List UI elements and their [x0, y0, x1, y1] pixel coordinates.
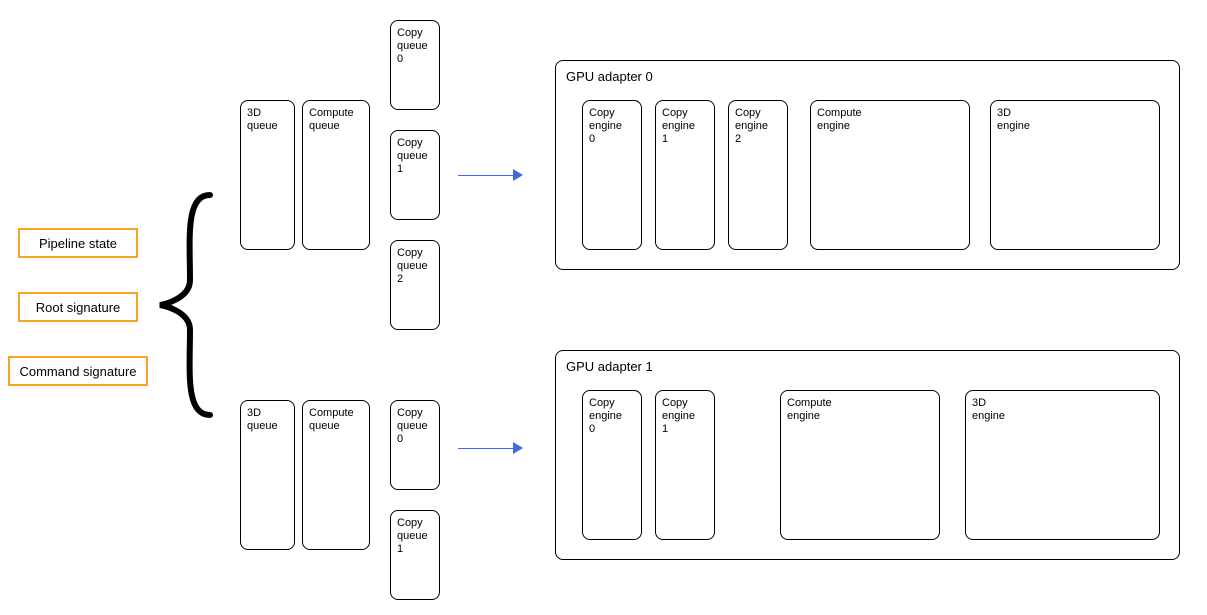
bot-compute-queue-label: Computequeue [309, 407, 354, 432]
gpu0-compute-engine: Computeengine [810, 100, 970, 250]
root-signature-label: Root signature [36, 300, 121, 315]
top-copy-queue-0: Copyqueue0 [390, 20, 440, 110]
gpu1-compute-engine-label: Computeengine [787, 397, 832, 422]
command-signature-box: Command signature [8, 356, 148, 386]
bot-copy-queue-0-label: Copyqueue0 [397, 407, 428, 445]
bot-copy-queue-1-label: Copyqueue1 [397, 517, 428, 555]
top-copy-queue-2-label: Copyqueue2 [397, 247, 428, 285]
gpu0-3d-engine: 3Dengine [990, 100, 1160, 250]
gpu1-copy-engine-1-label: Copyengine1 [662, 397, 695, 435]
top-3d-queue-label: 3Dqueue [247, 107, 278, 132]
gpu0-3d-engine-label: 3Dengine [997, 107, 1030, 132]
gpu-adapter-1-title: GPU adapter 1 [566, 359, 1169, 374]
gpu1-3d-engine-label: 3Dengine [972, 397, 1005, 422]
bot-3d-queue-label: 3Dqueue [247, 407, 278, 432]
gpu0-copy-engine-2: Copyengine2 [728, 100, 788, 250]
top-3d-queue: 3Dqueue [240, 100, 295, 250]
gpu0-copy-engine-2-label: Copyengine2 [735, 107, 768, 145]
bot-copy-queue-0: Copyqueue0 [390, 400, 440, 490]
gpu0-copy-engine-0-label: Copyengine0 [589, 107, 622, 145]
gpu1-copy-engine-0-label: Copyengine0 [589, 397, 622, 435]
pipeline-state-label: Pipeline state [39, 236, 117, 251]
gpu-adapter-0-title: GPU adapter 0 [566, 69, 1169, 84]
top-copy-queue-1: Copyqueue1 [390, 130, 440, 220]
gpu1-3d-engine: 3Dengine [965, 390, 1160, 540]
root-signature-box: Root signature [18, 292, 138, 322]
bot-copy-queue-1: Copyqueue1 [390, 510, 440, 600]
command-signature-label: Command signature [19, 364, 136, 379]
curly-brace-icon [155, 190, 225, 420]
gpu1-compute-engine: Computeengine [780, 390, 940, 540]
bot-compute-queue: Computequeue [302, 400, 370, 550]
gpu0-copy-engine-1-label: Copyengine1 [662, 107, 695, 145]
top-compute-queue-label: Computequeue [309, 107, 354, 132]
gpu1-copy-engine-1: Copyengine1 [655, 390, 715, 540]
gpu0-copy-engine-0: Copyengine0 [582, 100, 642, 250]
arrow-bot-head-icon [513, 442, 523, 454]
top-copy-queue-0-label: Copyqueue0 [397, 27, 428, 65]
top-copy-queue-2: Copyqueue2 [390, 240, 440, 330]
arrow-bot-line [458, 448, 513, 449]
top-copy-queue-1-label: Copyqueue1 [397, 137, 428, 175]
gpu0-compute-engine-label: Computeengine [817, 107, 862, 132]
arrow-top-head-icon [513, 169, 523, 181]
pipeline-state-box: Pipeline state [18, 228, 138, 258]
bot-3d-queue: 3Dqueue [240, 400, 295, 550]
gpu0-copy-engine-1: Copyengine1 [655, 100, 715, 250]
gpu1-copy-engine-0: Copyengine0 [582, 390, 642, 540]
top-compute-queue: Computequeue [302, 100, 370, 250]
arrow-top-line [458, 175, 513, 176]
